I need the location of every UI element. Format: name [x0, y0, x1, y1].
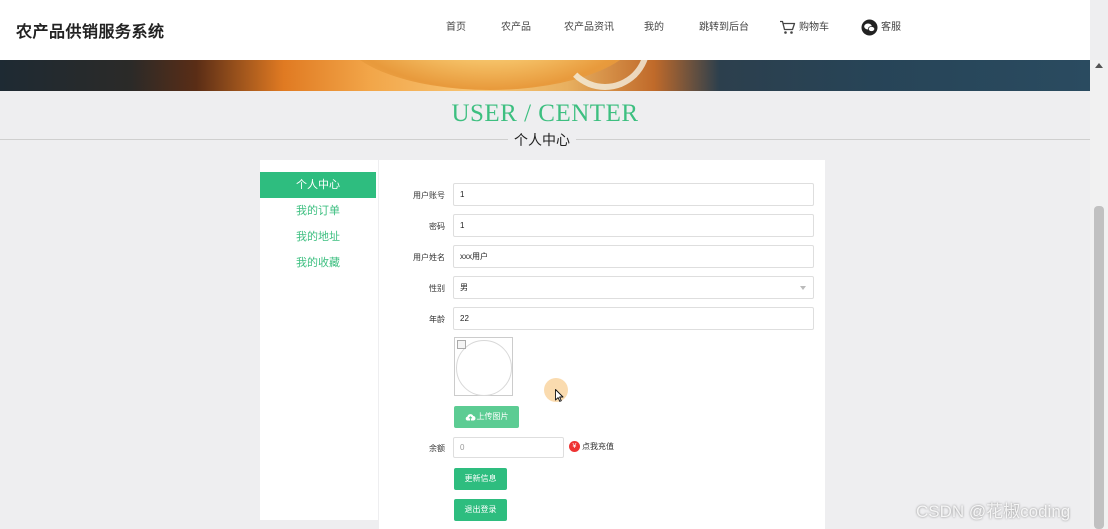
nav-products[interactable]: 农产品 — [501, 0, 531, 60]
age-label: 年龄 — [429, 315, 445, 324]
sidebar-item-address[interactable]: 我的地址 — [260, 224, 376, 250]
orange-rind-image — [560, 60, 650, 90]
nav-service-label: 客服 — [881, 22, 901, 33]
broken-image-icon — [457, 340, 466, 349]
cloud-upload-icon — [465, 413, 475, 421]
nav-cart-label: 购物车 — [799, 22, 829, 33]
recharge-link[interactable]: ¥ 点我充值 — [569, 441, 614, 453]
gender-label: 性别 — [429, 284, 445, 293]
top-header: 农产品供销服务系统 首页 农产品 农产品资讯 我的 跳转到后台 购物车 客服 — [0, 0, 1090, 60]
balance-field[interactable]: 0 — [453, 437, 564, 458]
update-info-button[interactable]: 更新信息 — [454, 468, 507, 490]
upload-image-label: 上传图片 — [476, 412, 509, 421]
gender-select[interactable]: 男 — [453, 276, 814, 299]
section-title-en: USER / CENTER — [451, 100, 639, 127]
nav-news[interactable]: 农产品资讯 — [564, 0, 614, 60]
nav-admin[interactable]: 跳转到后台 — [699, 0, 749, 60]
yen-icon: ¥ — [569, 441, 580, 453]
name-label: 用户姓名 — [413, 253, 445, 262]
password-field[interactable]: 1 — [453, 214, 814, 237]
nav-mine[interactable]: 我的 — [644, 0, 664, 60]
age-field[interactable]: 22 — [453, 307, 814, 330]
logout-button[interactable]: 退出登录 — [454, 499, 507, 521]
nav-cart[interactable]: 购物车 — [779, 0, 829, 60]
csdn-watermark: CSDN @花椒coding — [916, 502, 1071, 521]
upload-image-button[interactable]: 上传图片 — [454, 406, 519, 428]
scrollbar-thumb[interactable] — [1094, 206, 1104, 529]
hero-banner — [0, 60, 1090, 91]
nav-home[interactable]: 首页 — [446, 0, 466, 60]
page-scrollbar[interactable] — [1090, 60, 1108, 529]
nav-service[interactable]: 客服 — [861, 0, 901, 60]
sidebar-item-orders[interactable]: 我的订单 — [260, 198, 376, 224]
username-field[interactable]: 1 — [453, 183, 814, 206]
name-field[interactable]: xxx用户 — [453, 245, 814, 268]
chevron-down-icon — [800, 286, 806, 290]
user-sidebar: 个人中心 我的订单 我的地址 我的收藏 — [260, 160, 378, 520]
scroll-up-arrow-icon[interactable] — [1095, 63, 1103, 68]
mouse-pointer-icon — [555, 389, 564, 402]
sidebar-item-profile[interactable]: 个人中心 — [260, 172, 376, 198]
chat-bubble-icon — [861, 19, 878, 36]
gender-selected-value: 男 — [460, 283, 468, 292]
avatar-preview[interactable] — [454, 337, 513, 396]
sidebar-item-favorites[interactable]: 我的收藏 — [260, 250, 376, 276]
site-logo[interactable]: 农产品供销服务系统 — [16, 18, 165, 42]
balance-label: 余额 — [429, 444, 445, 453]
password-label: 密码 — [429, 222, 445, 231]
section-title-cn: 个人中心 — [508, 130, 576, 150]
recharge-label: 点我充值 — [582, 442, 614, 451]
username-label: 用户账号 — [413, 191, 445, 200]
cart-icon — [780, 20, 796, 34]
